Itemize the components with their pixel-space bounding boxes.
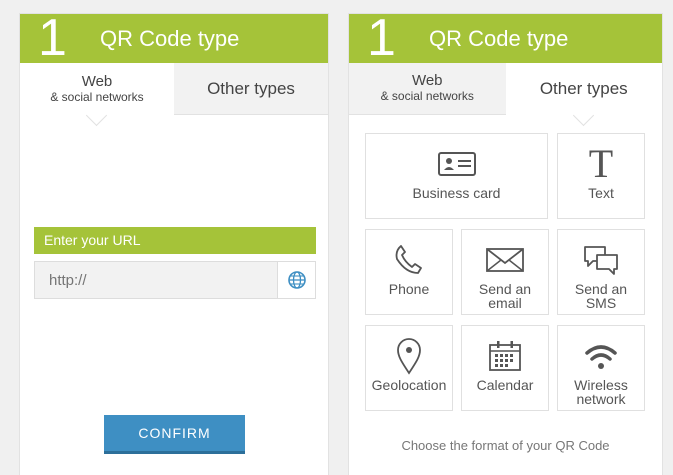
type-tabs: Web & social networks Other types	[349, 63, 662, 127]
panel-title: QR Code type	[429, 26, 569, 51]
tile-label: Business card	[412, 185, 501, 201]
panel-header: 1 QR Code type	[20, 10, 328, 66]
step-number: 1	[38, 9, 67, 67]
step-number: 1	[367, 9, 396, 67]
panel-title: QR Code type	[100, 26, 240, 51]
active-tab-indicator	[85, 104, 108, 127]
tile-label: Phone	[388, 281, 430, 297]
business-card-icon	[437, 144, 477, 184]
text-icon: T	[588, 141, 614, 186]
type-tabs: Web & social networks Other types	[20, 63, 328, 127]
tile-text[interactable]: T Text	[557, 133, 645, 219]
tile-calendar[interactable]: Calendar	[461, 325, 549, 411]
tile-sublabel: email	[488, 295, 522, 311]
qr-type-panel-web: 1 QR Code type Web & social networks Oth…	[20, 10, 328, 475]
tile-sublabel: SMS	[585, 295, 617, 311]
phone-icon	[393, 240, 425, 280]
tab-other-types[interactable]: Other types	[505, 63, 662, 127]
tab-web-label: Web	[81, 72, 113, 90]
wifi-icon	[583, 336, 619, 376]
tile-label: Calendar	[476, 377, 534, 393]
url-label: Enter your URL	[34, 227, 316, 254]
active-tab-indicator	[572, 104, 594, 127]
tab-other-label: Other types	[207, 78, 295, 98]
tab-web-social[interactable]: Web & social networks	[20, 63, 174, 127]
chat-bubbles-icon	[581, 240, 621, 280]
qr-type-panel-other: 1 QR Code type Web & social networks Oth…	[349, 10, 662, 475]
confirm-button[interactable]: CONFIRM	[104, 415, 245, 454]
tab-other-types[interactable]: Other types	[174, 63, 328, 115]
url-input[interactable]	[34, 261, 278, 299]
tile-label: Send an	[574, 281, 628, 297]
panel-header: 1 QR Code type	[349, 10, 662, 66]
envelope-icon	[485, 240, 525, 280]
tab-web-sublabel: & social networks	[50, 89, 144, 104]
globe-icon[interactable]	[278, 261, 316, 299]
calendar-icon	[487, 336, 523, 376]
format-hint: Choose the format of your QR Code	[401, 438, 610, 453]
tile-label: Text	[588, 185, 614, 201]
tab-web-social[interactable]: Web & social networks	[349, 63, 506, 115]
tile-sms[interactable]: Send an SMS	[557, 229, 645, 315]
tab-web-label: Web	[411, 72, 443, 89]
tile-label: Geolocation	[371, 377, 447, 393]
tile-geolocation[interactable]: Geolocation	[365, 325, 453, 411]
tile-label: Send an	[478, 281, 532, 297]
tab-web-sublabel: & social networks	[380, 89, 474, 103]
tile-email[interactable]: Send an email	[461, 229, 549, 315]
tile-phone[interactable]: Phone	[365, 229, 453, 315]
tile-label: Wireless	[574, 377, 628, 393]
tile-business-card[interactable]: Business card	[365, 133, 548, 219]
tile-wireless[interactable]: Wireless network	[557, 325, 645, 411]
tile-sublabel: network	[576, 391, 626, 407]
map-pin-icon	[395, 336, 423, 376]
tab-other-label: Other types	[539, 79, 628, 98]
